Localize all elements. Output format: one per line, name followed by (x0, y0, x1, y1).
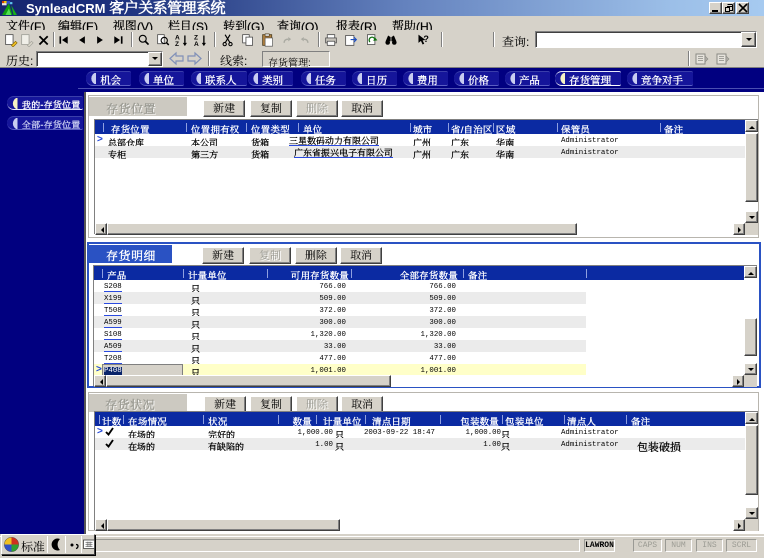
svg-text:A: A (194, 41, 199, 47)
svg-text:Z: Z (175, 41, 179, 47)
svg-text:?: ? (423, 34, 429, 44)
